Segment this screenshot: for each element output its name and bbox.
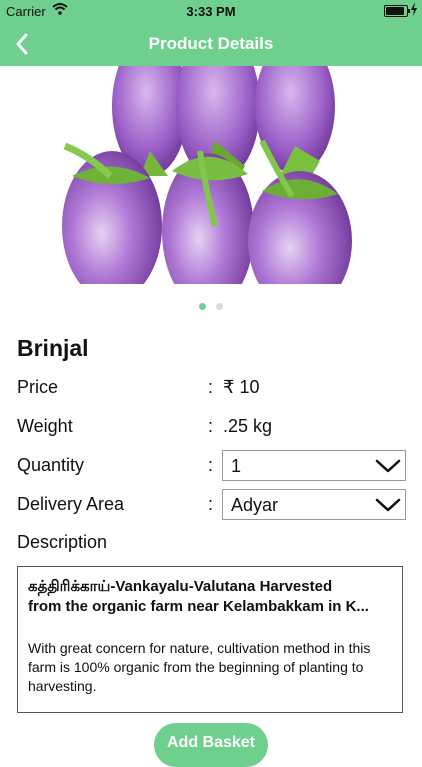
add-basket-button[interactable]: Add Basket	[154, 723, 268, 767]
price-value: ₹ 10	[223, 377, 260, 397]
weight-label: Weight	[17, 416, 73, 436]
colon: :	[208, 416, 214, 436]
chevron-down-icon	[375, 498, 401, 512]
description-heading: கத்திரிக்காய்-Vankayalu-Valutana Harvest…	[28, 577, 396, 617]
colon: :	[208, 377, 214, 397]
description-heading-line2: from the organic farm near Kelambakkam i…	[28, 598, 369, 615]
chevron-down-icon	[375, 459, 401, 473]
delivery-area-select[interactable]: Adyar	[222, 489, 406, 520]
battery-icon	[384, 5, 410, 17]
delivery-area-label: Delivery Area	[17, 494, 125, 514]
clock: 3:33 PM	[186, 4, 236, 19]
eggplant-illustration	[62, 66, 352, 284]
product-name: Brinjal	[17, 335, 89, 361]
price-row: Price : ₹ 10	[17, 372, 407, 402]
page-title: Product Details	[148, 34, 274, 53]
colon: :	[208, 494, 214, 514]
description-box[interactable]: கத்திரிக்காய்-Vankayalu-Valutana Harvest…	[17, 566, 403, 713]
pager-dot-active[interactable]	[198, 303, 206, 310]
quantity-select[interactable]: 1	[222, 450, 406, 481]
image-pager[interactable]	[0, 297, 422, 315]
quantity-row: Quantity : 1	[17, 450, 407, 481]
description-label: Description	[17, 532, 108, 552]
product-image[interactable]	[0, 66, 422, 284]
pager-dot[interactable]	[216, 303, 224, 310]
description-body: With great concern for nature, cultivati…	[28, 640, 371, 694]
weight-value: .25 kg	[223, 416, 273, 436]
description-heading-line1: கத்திரிக்காய்-Vankayalu-Valutana Harvest…	[28, 578, 333, 595]
delivery-area-value: Adyar	[231, 495, 279, 515]
status-bar: Carrier 3:33 PM	[0, 0, 422, 22]
colon: :	[208, 455, 214, 475]
price-label: Price	[17, 377, 59, 397]
weight-row: Weight : .25 kg	[17, 411, 407, 441]
quantity-value: 1	[231, 456, 242, 476]
delivery-area-row: Delivery Area : Adyar	[17, 489, 407, 520]
quantity-label: Quantity	[17, 455, 85, 475]
nav-bar: Product Details	[0, 22, 422, 66]
charging-bolt-icon	[411, 2, 417, 16]
